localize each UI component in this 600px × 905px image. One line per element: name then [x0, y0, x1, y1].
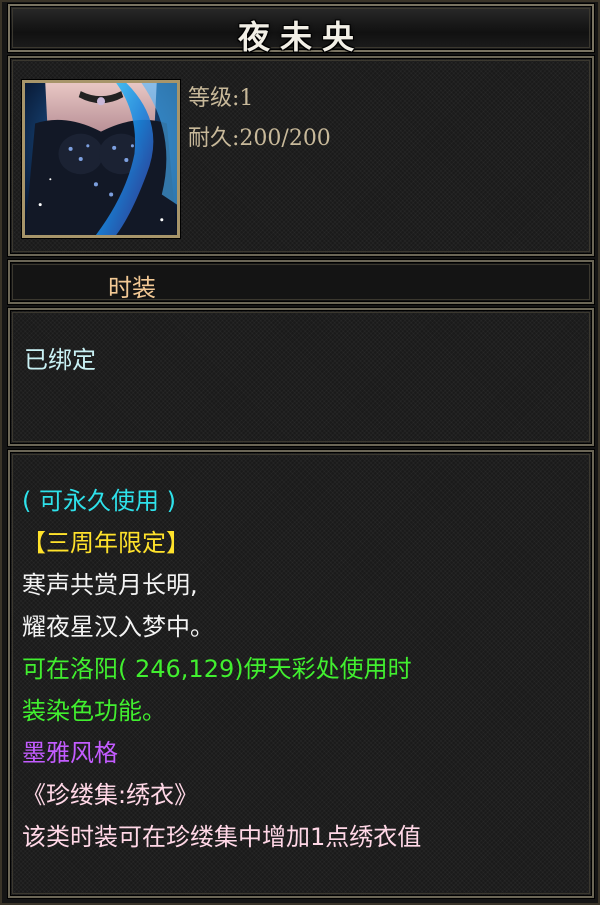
fashion-costume-portrait-icon	[22, 80, 180, 238]
item-category: 时装	[108, 274, 156, 302]
collection-effect: 该类时装可在珍缕集中增加1点绣衣值	[22, 823, 422, 851]
title-bar: 夜未央	[8, 4, 594, 56]
item-level: 等级:1	[188, 86, 254, 111]
dye-info: 装染色功能。	[22, 697, 166, 725]
poem-line: 耀夜星汉入梦中。	[22, 613, 214, 641]
item-durability: 耐久:200/200	[188, 126, 331, 151]
bind-status-panel: 已绑定	[8, 308, 594, 446]
item-info-panel: 等级:1 耐久:200/200	[8, 56, 594, 256]
style-tag: 墨雅风格	[22, 739, 118, 767]
dye-info: 可在洛阳( 246,129)伊天彩处使用时	[22, 655, 412, 683]
item-name: 夜未央	[237, 18, 364, 56]
item-category-panel: 时装	[8, 260, 594, 304]
collection-name: 《珍缕集:绣衣》	[22, 781, 199, 809]
limited-edition-tag: 【三周年限定】	[22, 529, 190, 557]
usage-duration: ( 可永久使用 )	[22, 487, 176, 515]
item-tooltip: 夜未央 等级:1 耐久:200/200 时装 已绑定 (可永久使用) 【三周…	[0, 0, 600, 905]
item-description-panel: ( 可永久使用 ) 【三周年限定】 寒声共赏月长明, 耀夜星汉入梦中。 可在洛阳…	[8, 450, 594, 898]
bind-status: 已绑定	[24, 346, 96, 374]
poem-line: 寒声共赏月长明,	[22, 571, 198, 599]
